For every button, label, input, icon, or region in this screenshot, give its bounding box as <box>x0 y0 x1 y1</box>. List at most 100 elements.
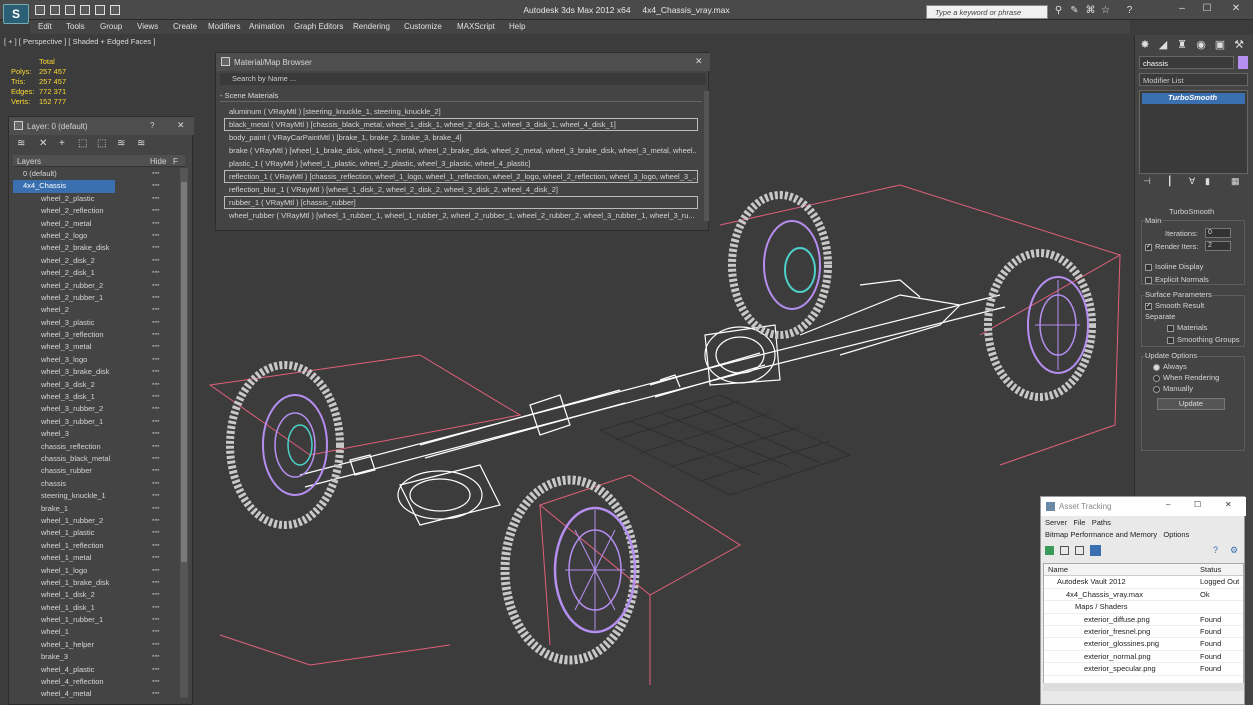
delete-layer-icon[interactable]: ✕ <box>39 138 47 149</box>
hide-toggle-icon[interactable]: ▪▪▪ <box>152 292 159 304</box>
material-row[interactable]: rubber_1 ( VRayMtl ) [chassis_rubber] <box>224 196 698 209</box>
help-icon[interactable]: ? <box>1124 5 1135 16</box>
layer-object-row[interactable]: wheel_3_disk_1 ▪▪▪ <box>13 391 181 403</box>
asset-menu-server[interactable]: Server <box>1045 518 1067 527</box>
when-rendering-row[interactable]: When Rendering <box>1153 373 1219 382</box>
menu-customize[interactable]: Customize <box>404 22 442 31</box>
smooth-result-checkbox[interactable]: ✓ <box>1145 302 1152 310</box>
show-end-result-icon[interactable]: ┃ <box>1167 176 1172 187</box>
iterations-spinner[interactable]: 0 <box>1205 228 1231 238</box>
hierarchy-tab-icon[interactable]: ♜ <box>1175 38 1189 52</box>
hide-toggle-icon[interactable]: ▪▪▪ <box>152 614 159 626</box>
isoline-display-row[interactable]: Isoline Display <box>1145 262 1203 271</box>
material-browser-titlebar[interactable]: Material/Map Browser ✕ <box>216 53 710 71</box>
material-row[interactable]: plastic_1 ( VRayMtl ) [wheel_1_plastic, … <box>224 157 698 170</box>
asset-row[interactable]: 4x4_Chassis_vray.max Ok <box>1044 589 1243 602</box>
hide-toggle-icon[interactable]: ▪▪▪ <box>152 280 159 292</box>
layer-object-row[interactable]: wheel_2_disk_1 ▪▪▪ <box>13 267 181 279</box>
layer-object-row[interactable]: wheel_1_plastic ▪▪▪ <box>13 527 181 539</box>
layer-panel-titlebar[interactable]: Layer: 0 (default) ? ✕ <box>9 117 194 135</box>
redo-icon[interactable] <box>95 5 105 15</box>
menu-tools[interactable]: Tools <box>66 22 85 31</box>
layer-row[interactable]: 4x4_Chassis ▪▪▪ <box>13 180 181 193</box>
layer-object-row[interactable]: wheel_3_reflection ▪▪▪ <box>13 329 181 341</box>
menu-graph-editors[interactable]: Graph Editors <box>294 22 343 31</box>
layer-object-row[interactable]: wheel_2_rubber_1 ▪▪▪ <box>13 292 181 304</box>
remove-modifier-icon[interactable]: ▮ <box>1205 176 1210 187</box>
layer-object-row[interactable]: wheel_2 ▪▪▪ <box>13 304 181 316</box>
material-row[interactable]: aluminum ( VRayMtl ) [steering_knuckle_1… <box>224 105 698 118</box>
star-icon[interactable]: ☆ <box>1100 5 1111 16</box>
render-iters-row[interactable]: ✓ Render Iters: <box>1145 242 1198 251</box>
hide-toggle-icon[interactable]: ▪▪▪ <box>152 428 159 440</box>
material-scrollbar[interactable] <box>704 91 709 221</box>
asset-row[interactable]: Autodesk Vault 2012 Logged Out <box>1044 576 1243 589</box>
render-iters-checkbox[interactable]: ✓ <box>1145 243 1152 251</box>
configure-sets-icon[interactable]: ▦ <box>1231 176 1240 187</box>
motion-tab-icon[interactable]: ◉ <box>1194 38 1208 52</box>
hide-toggle-icon[interactable]: ▪▪▪ <box>152 453 159 465</box>
col-layers[interactable]: Layers <box>17 157 41 166</box>
hide-toggle-icon[interactable]: ▪▪▪ <box>152 589 159 601</box>
binoculars-icon[interactable]: ⚲ <box>1053 5 1064 16</box>
object-name-field[interactable]: chassis <box>1139 56 1234 69</box>
asset-menu-file[interactable]: File <box>1073 518 1085 527</box>
hide-toggle-icon[interactable]: ▪▪▪ <box>152 341 159 353</box>
tools-icon[interactable]: ✎ <box>1069 5 1080 16</box>
layer-object-row[interactable]: wheel_2_rubber_2 ▪▪▪ <box>13 280 181 292</box>
hide-toggle-icon[interactable]: ▪▪▪ <box>152 490 159 502</box>
layer-object-row[interactable]: wheel_1_rubber_1 ▪▪▪ <box>13 614 181 626</box>
hide-toggle-icon[interactable]: ▪▪▪ <box>152 329 159 341</box>
new-file-icon[interactable] <box>35 5 45 15</box>
hide-toggle-icon[interactable]: ▪▪▪ <box>152 527 159 539</box>
layer-list-icon[interactable]: ≋ <box>17 138 25 149</box>
manually-radio[interactable] <box>1153 385 1160 393</box>
col-freeze[interactable]: F <box>173 157 178 166</box>
menu-create[interactable]: Create <box>173 22 197 31</box>
explicit-normals-checkbox[interactable] <box>1145 276 1152 284</box>
material-search-input[interactable]: Search by Name ... <box>220 73 706 85</box>
layer-object-row[interactable]: chassis_rubber ▪▪▪ <box>13 465 181 477</box>
asset-minimize-icon[interactable]: – <box>1166 500 1170 509</box>
materials-checkbox[interactable] <box>1167 324 1174 332</box>
add-layer-icon[interactable]: + <box>59 138 65 149</box>
layer-object-row[interactable]: wheel_1_metal ▪▪▪ <box>13 552 181 564</box>
hide-toggle-icon[interactable]: ▪▪▪ <box>152 478 159 490</box>
update-button[interactable]: Update <box>1157 398 1225 410</box>
utilities-tab-icon[interactable]: ⚒ <box>1232 38 1246 52</box>
menu-views[interactable]: Views <box>137 22 158 31</box>
hide-all-icon[interactable]: ≋ <box>137 138 145 149</box>
material-row[interactable]: reflection_blur_1 ( VRayMtl ) [wheel_1_d… <box>224 183 698 196</box>
create-tab-icon[interactable]: ✸ <box>1138 38 1152 52</box>
hide-toggle-icon[interactable]: ▪▪▪ <box>152 267 159 279</box>
explicit-normals-row[interactable]: Explicit Normals <box>1145 275 1209 284</box>
asset-help-icon[interactable]: ? <box>1213 545 1218 555</box>
vault-icon[interactable] <box>1045 546 1054 555</box>
isoline-checkbox[interactable] <box>1145 263 1152 271</box>
layer-help-button[interactable]: ? <box>150 121 154 130</box>
pin-stack-icon[interactable]: ⊣ <box>1143 176 1151 187</box>
asset-row[interactable]: exterior_normal.png Found <box>1044 651 1243 664</box>
layer-object-row[interactable]: wheel_1_brake_disk ▪▪▪ <box>13 577 181 589</box>
layer-object-row[interactable]: wheel_1_logo ▪▪▪ <box>13 565 181 577</box>
material-row[interactable]: reflection_1 ( VRayMtl ) [chassis_reflec… <box>224 170 698 183</box>
hide-toggle-icon[interactable]: ▪▪▪ <box>152 168 159 180</box>
hide-toggle-icon[interactable]: ▪▪▪ <box>152 218 159 230</box>
layer-object-row[interactable]: wheel_2_disk_2 ▪▪▪ <box>13 255 181 267</box>
asset-row[interactable]: exterior_glossines.png Found <box>1044 638 1243 651</box>
hide-toggle-icon[interactable]: ▪▪▪ <box>152 416 159 428</box>
render-iters-spinner[interactable]: 2 <box>1205 241 1231 251</box>
hide-toggle-icon[interactable]: ▪▪▪ <box>152 503 159 515</box>
layer-scrollbar[interactable] <box>180 168 188 698</box>
materials-row[interactable]: Materials <box>1167 323 1207 332</box>
minimize-icon[interactable]: – <box>1174 3 1190 17</box>
hide-toggle-icon[interactable]: ▪▪▪ <box>152 676 159 688</box>
close-icon[interactable]: ✕ <box>1228 3 1244 17</box>
layer-row[interactable]: 0 (default) ▪▪▪ <box>13 168 181 180</box>
list-view-icon[interactable] <box>1060 546 1069 555</box>
hide-toggle-icon[interactable]: ▪▪▪ <box>152 304 159 316</box>
rollout-title[interactable]: TurboSmooth <box>1169 207 1214 216</box>
display-tab-icon[interactable]: ▣ <box>1213 38 1227 52</box>
always-radio[interactable] <box>1153 363 1160 371</box>
manually-row[interactable]: Manually <box>1153 384 1193 393</box>
